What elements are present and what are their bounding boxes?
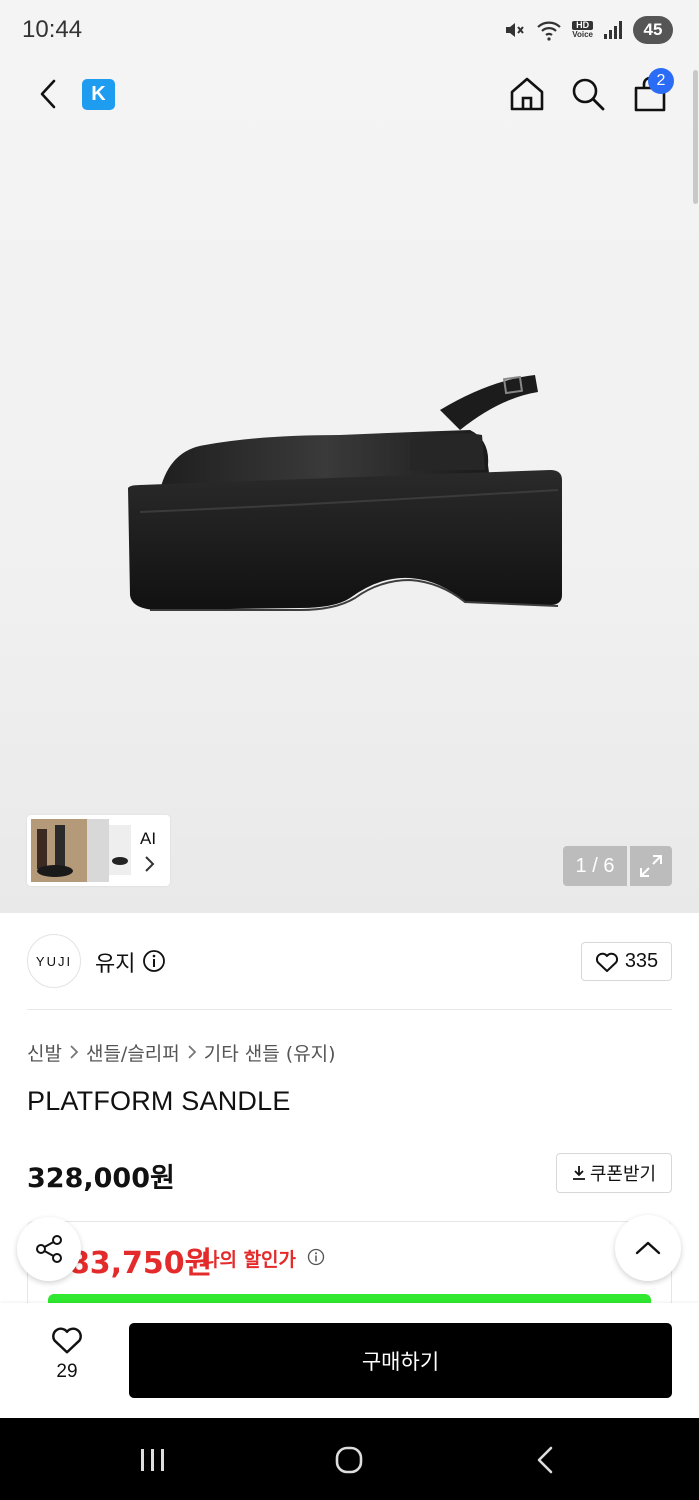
- share-button[interactable]: [17, 1217, 81, 1281]
- download-icon: [572, 1166, 585, 1180]
- cart-count-badge: 2: [648, 68, 674, 94]
- coupon-download-button[interactable]: 쿠폰받기: [556, 1153, 672, 1193]
- home-button[interactable]: [505, 72, 549, 116]
- system-home-button[interactable]: [322, 1440, 376, 1480]
- coupon-label: 쿠폰받기: [589, 1164, 657, 1185]
- kakao-badge[interactable]: K: [82, 79, 115, 110]
- breadcrumb: 신발 샌들/슬리퍼 기타 샌들 (유지): [27, 1039, 336, 1066]
- system-back-button[interactable]: [518, 1440, 572, 1480]
- product-image[interactable]: [110, 340, 580, 640]
- search-button[interactable]: [566, 72, 610, 116]
- scrollbar[interactable]: [693, 70, 698, 204]
- battery-indicator: 45: [633, 16, 673, 44]
- expand-icon: [640, 855, 662, 877]
- circle-home-icon: [335, 1446, 363, 1474]
- product-hero: 10:44 HD Voice 45 K 2 AI 1 / 6: [0, 0, 699, 913]
- chevron-up-icon: [635, 1241, 661, 1255]
- back-button[interactable]: [30, 74, 66, 114]
- brand-like-count: 335: [624, 950, 659, 972]
- purchase-bar: 29 구매하기: [0, 1303, 699, 1418]
- back-arrow-icon: [537, 1446, 553, 1474]
- wishlist-button[interactable]: 29: [32, 1325, 102, 1397]
- mute-icon: [502, 18, 526, 42]
- image-page-indicator: 1 / 6: [563, 846, 627, 886]
- home-icon: [510, 77, 544, 111]
- scroll-to-top-button[interactable]: [615, 1215, 681, 1281]
- recent-apps-button[interactable]: [126, 1440, 180, 1480]
- info-icon[interactable]: [307, 1248, 325, 1270]
- info-icon[interactable]: [142, 949, 166, 977]
- search-icon: [572, 78, 605, 111]
- discount-label: 나의 할인가: [202, 1249, 297, 1271]
- brand-name[interactable]: 유지: [95, 946, 135, 978]
- cart-button[interactable]: 2: [628, 68, 674, 116]
- product-title: PLATFORM SANDLE: [27, 1086, 291, 1116]
- brand-logo[interactable]: YUJI: [27, 934, 81, 988]
- expand-image-button[interactable]: [630, 846, 672, 886]
- breadcrumb-item[interactable]: 기타 샌들 (유지): [204, 1039, 336, 1066]
- hd-voice-icon: HD Voice: [572, 20, 593, 39]
- chevron-left-icon: [40, 79, 56, 109]
- ai-thumbnail-card[interactable]: AI: [27, 815, 170, 886]
- heart-icon: [595, 952, 618, 972]
- status-bar: 10:44 HD Voice 45: [0, 0, 699, 62]
- top-app-bar: K 2: [0, 62, 699, 126]
- divider: [27, 1009, 672, 1010]
- chevron-right-icon: [145, 856, 155, 872]
- breadcrumb-item[interactable]: 샌들/슬리퍼: [86, 1039, 180, 1066]
- chevron-right-icon: [187, 1042, 197, 1064]
- breadcrumb-item[interactable]: 신발: [27, 1039, 62, 1066]
- wifi-icon: [536, 18, 562, 42]
- signal-icon: [603, 19, 623, 41]
- wishlist-count: 29: [56, 1361, 78, 1382]
- ai-preview-thumbnails: [31, 819, 131, 882]
- buy-button[interactable]: 구매하기: [129, 1323, 672, 1398]
- recent-apps-icon: [141, 1449, 164, 1471]
- brand-like-button[interactable]: 335: [581, 942, 672, 981]
- system-navigation-bar: [0, 1418, 699, 1500]
- status-icons: HD Voice 45: [502, 16, 673, 44]
- ai-label: AI: [140, 829, 157, 848]
- status-time: 10:44: [22, 16, 83, 43]
- chevron-right-icon: [69, 1042, 79, 1064]
- heart-icon: [52, 1327, 82, 1354]
- product-price: 328,000원: [27, 1163, 175, 1194]
- share-icon: [36, 1235, 62, 1263]
